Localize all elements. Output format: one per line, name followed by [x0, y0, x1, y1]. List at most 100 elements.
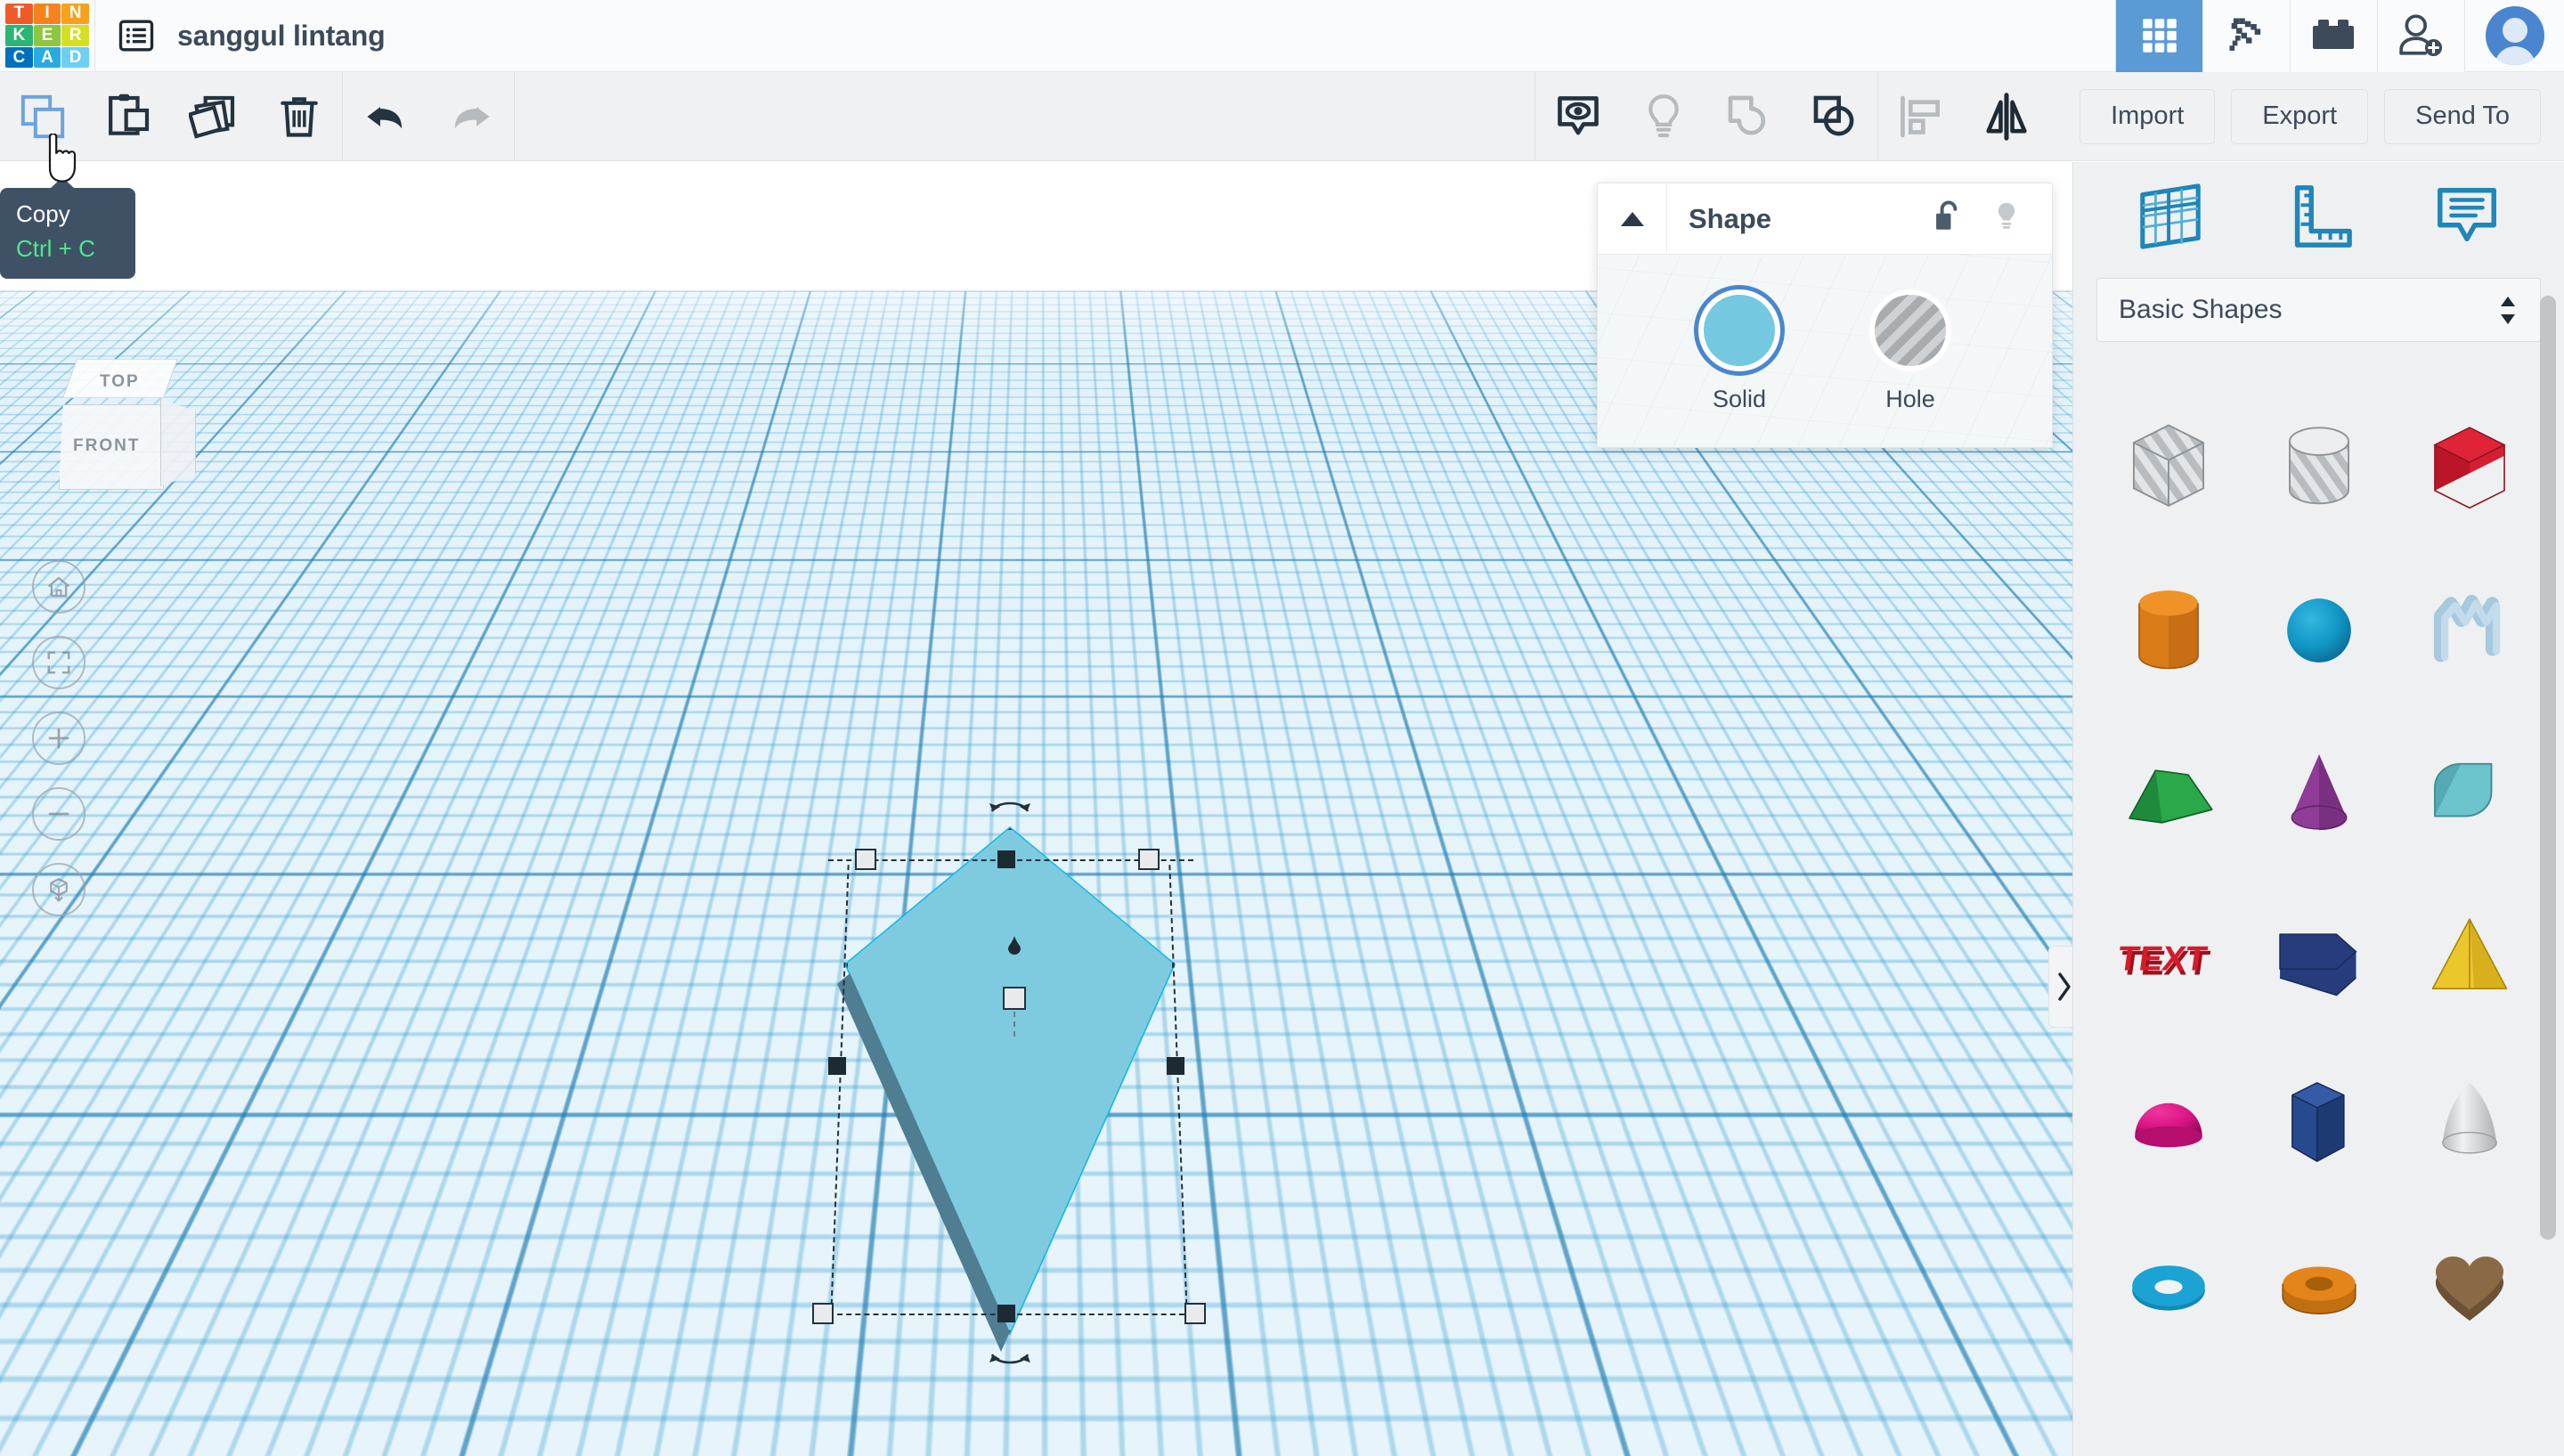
zoom-in-button[interactable] [32, 712, 85, 765]
rotate-handle-top[interactable] [987, 792, 1033, 823]
shape-item-cylinder[interactable] [2093, 549, 2243, 712]
mirror-icon [1986, 92, 2027, 141]
rotate-handle-bottom[interactable] [987, 1347, 1033, 1379]
shape-panel-title: Shape [1689, 202, 1772, 234]
export-button[interactable]: Export [2231, 88, 2369, 144]
shape-panel-collapse-button[interactable] [1598, 183, 1667, 255]
center-handle-stem [1013, 1012, 1015, 1037]
hole-pattern-dot [1869, 289, 1951, 371]
shape-item-box-hole[interactable] [2093, 385, 2243, 549]
shape-item-half-sphere[interactable] [2093, 1040, 2243, 1204]
shape-item-heart[interactable] [2395, 1204, 2545, 1368]
scale-handle-top-right[interactable] [1138, 849, 1160, 870]
workplane-tool[interactable] [2128, 177, 2213, 254]
tinkercad-logo[interactable]: TIN KER CAD [0, 0, 94, 72]
scale-handle-bottom-left[interactable] [812, 1303, 834, 1324]
send-to-button[interactable]: Send To [2384, 88, 2541, 144]
toolbar-separator [514, 71, 515, 161]
pickaxe-icon [2229, 18, 2260, 51]
fit-view-button[interactable] [32, 636, 85, 689]
minecraft-button[interactable] [2202, 0, 2290, 72]
grid-icon [2142, 19, 2177, 53]
list-icon[interactable] [118, 18, 154, 53]
view-cube-right-face[interactable] [160, 399, 196, 486]
height-cone-handle[interactable] [1003, 933, 1026, 956]
user-avatar-button[interactable] [2464, 0, 2564, 72]
shape-item-cylinder-hole[interactable] [2243, 385, 2394, 549]
scale-handle-top-left[interactable] [855, 849, 876, 870]
bbox-right-edge [1168, 865, 1188, 1314]
invite-button[interactable] [2377, 0, 2464, 72]
ruler-tool[interactable] [2275, 177, 2361, 254]
shape-panel-actions [1933, 199, 2052, 239]
view-cube[interactable]: TOP FRONT [45, 349, 196, 496]
lego-brick-icon [2312, 20, 2354, 49]
mirror-button[interactable] [1964, 72, 2049, 161]
shape-item-paraboloid[interactable] [2395, 1040, 2545, 1204]
shape-grid-scrollbar[interactable] [2540, 296, 2556, 1240]
shape-item-sphere[interactable] [2243, 549, 2394, 712]
shape-item-wedge[interactable] [2243, 876, 2394, 1040]
undo-arrow-icon [367, 106, 403, 128]
shape-category-dropdown[interactable]: Basic Shapes [2096, 278, 2541, 342]
redo-button[interactable] [428, 72, 514, 161]
shape-library-grid[interactable]: TEXT TEXT [2073, 372, 2564, 1456]
group-icon [1728, 95, 1766, 135]
solid-swatch[interactable]: Solid [1698, 289, 1780, 413]
ungroup-button[interactable] [1792, 72, 1877, 161]
shape-item-tube[interactable] [2243, 1204, 2394, 1368]
shape-item-torus[interactable] [2093, 1204, 2243, 1368]
page-title[interactable]: sanggul lintang [177, 20, 386, 53]
note-button[interactable] [1535, 72, 1621, 161]
add-user-icon [2398, 14, 2442, 57]
home-icon [47, 576, 70, 598]
text-shape-glyphs: TEXT [2115, 940, 2210, 979]
bbox-left-edge [830, 865, 850, 1314]
workplane-grid-icon [2140, 183, 2201, 249]
shape-item-roof[interactable] [2093, 712, 2243, 876]
selection-bounding-box [812, 801, 1206, 1364]
scale-handle-middle-right[interactable] [1167, 1057, 1184, 1075]
main-toolbar: Import Export Send To [0, 71, 2564, 161]
shape-item-cone[interactable] [2243, 712, 2394, 876]
header-actions [2115, 0, 2564, 72]
zoom-out-button[interactable] [32, 787, 85, 841]
paste-button[interactable] [85, 72, 171, 161]
import-button[interactable]: Import [2080, 88, 2216, 144]
undo-button[interactable] [343, 72, 428, 161]
home-view-button[interactable] [32, 560, 85, 614]
shape-item-pyramid[interactable] [2395, 876, 2545, 1040]
duplicate-button[interactable] [171, 72, 256, 161]
projection-toggle-button[interactable] [32, 863, 85, 916]
unlock-button[interactable] [1933, 199, 1965, 239]
plus-icon [48, 728, 69, 749]
light-button[interactable] [1621, 72, 1706, 161]
mouse-cursor [48, 134, 77, 183]
group-button[interactable] [1706, 72, 1792, 161]
scale-handle-bottom-center[interactable] [997, 1305, 1015, 1322]
apps-grid-button[interactable] [2115, 0, 2202, 72]
solid-label: Solid [1712, 385, 1767, 412]
shape-item-text[interactable]: TEXT TEXT [2093, 876, 2243, 1040]
shape-item-box[interactable] [2395, 385, 2545, 549]
view-cube-top-label: TOP [100, 372, 140, 391]
lightbulb-button[interactable] [1991, 199, 2022, 239]
kite-shape[interactable] [812, 801, 1220, 1398]
sidebar-collapse-button[interactable] [2048, 946, 2072, 1028]
delete-button[interactable] [256, 72, 342, 161]
blocks-button[interactable] [2290, 0, 2377, 72]
scale-handle-bottom-right[interactable] [1184, 1303, 1206, 1324]
hole-swatch[interactable]: Hole [1869, 289, 1951, 413]
copy-tooltip: Copy Ctrl + C [0, 177, 135, 279]
align-button[interactable] [1878, 72, 1964, 161]
shape-item-hexagon-prism[interactable] [2243, 1040, 2394, 1204]
shape-item-half-cylinder[interactable] [2395, 712, 2545, 876]
center-move-handle[interactable] [1003, 987, 1026, 1010]
history-group [343, 72, 514, 161]
notes-tool[interactable] [2424, 177, 2510, 254]
scale-handle-top-center[interactable] [997, 850, 1015, 868]
scale-handle-middle-left[interactable] [828, 1057, 846, 1075]
header-divider [94, 0, 95, 72]
shape-item-scribble[interactable] [2395, 549, 2545, 712]
shape-type-options: Solid Hole [1598, 255, 2052, 447]
